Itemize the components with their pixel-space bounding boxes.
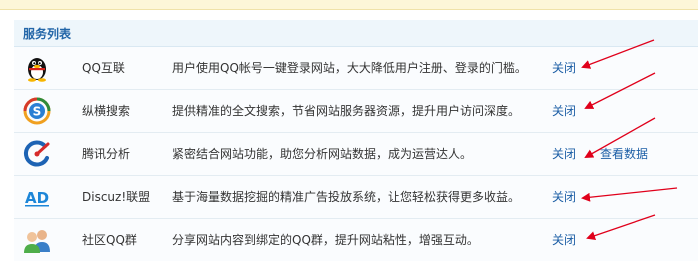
service-row-ad-union: AD Discuz!联盟 基于海量数据挖掘的精准广告投放系统，让您轻松获得更多收… [14,176,698,219]
qq-group-icon [24,230,50,253]
ad-union-icon: AD [25,189,49,207]
service-name: Discuz!联盟 [82,190,151,204]
svg-text:AD: AD [25,189,49,207]
close-service-link[interactable]: 关闭 [552,176,576,218]
tencent-analytics-icon [23,140,50,167]
qq-penguin-icon [28,58,46,82]
service-name: 社区QQ群 [82,233,137,247]
service-row-analytics: 腾讯分析 紧密结合网站功能，助您分析网站数据，成为运营达人。 关闭 查看数据 [14,133,698,176]
close-service-link[interactable]: 关闭 [552,90,576,132]
service-name: QQ互联 [82,61,125,75]
service-name: 腾讯分析 [82,147,131,161]
view-data-link[interactable]: 查看数据 [600,133,648,175]
service-row-search: S 纵横搜索 提供精准的全文搜索，节省网站服务器资源，提升用户访问深度。 关闭 [14,90,698,133]
close-service-link[interactable]: 关闭 [552,133,576,175]
close-service-link[interactable]: 关闭 [552,219,576,261]
service-description: 用户使用QQ帐号一键登录网站，大大降低用户注册、登录的门槛。 [172,61,527,75]
service-list-panel: 服务列表 QQ互联 用户使用QQ帐号一键登录网站，大大降低用户注册、登录的门槛。… [14,20,698,263]
service-description: 提供精准的全文搜索，节省网站服务器资源，提升用户访问深度。 [172,104,521,118]
service-row-qq-connect: QQ互联 用户使用QQ帐号一键登录网站，大大降低用户注册、登录的门槛。 关闭 [14,47,698,90]
service-description: 基于海量数据挖掘的精准广告投放系统，让您轻松获得更多收益。 [172,190,521,204]
service-description: 分享网站内容到绑定的QQ群，提升网站粘性，增强互动。 [172,233,479,247]
soso-search-icon: S [23,97,51,125]
svg-text:S: S [33,105,42,119]
service-description: 紧密结合网站功能，助您分析网站数据，成为运营达人。 [172,147,473,161]
service-name: 纵横搜索 [82,104,131,118]
service-row-qq-group: 社区QQ群 分享网站内容到绑定的QQ群，提升网站粘性，增强互动。 关闭 [14,219,698,261]
panel-title: 服务列表 [14,20,698,47]
close-service-link[interactable]: 关闭 [552,47,576,89]
notice-strip [0,0,698,10]
